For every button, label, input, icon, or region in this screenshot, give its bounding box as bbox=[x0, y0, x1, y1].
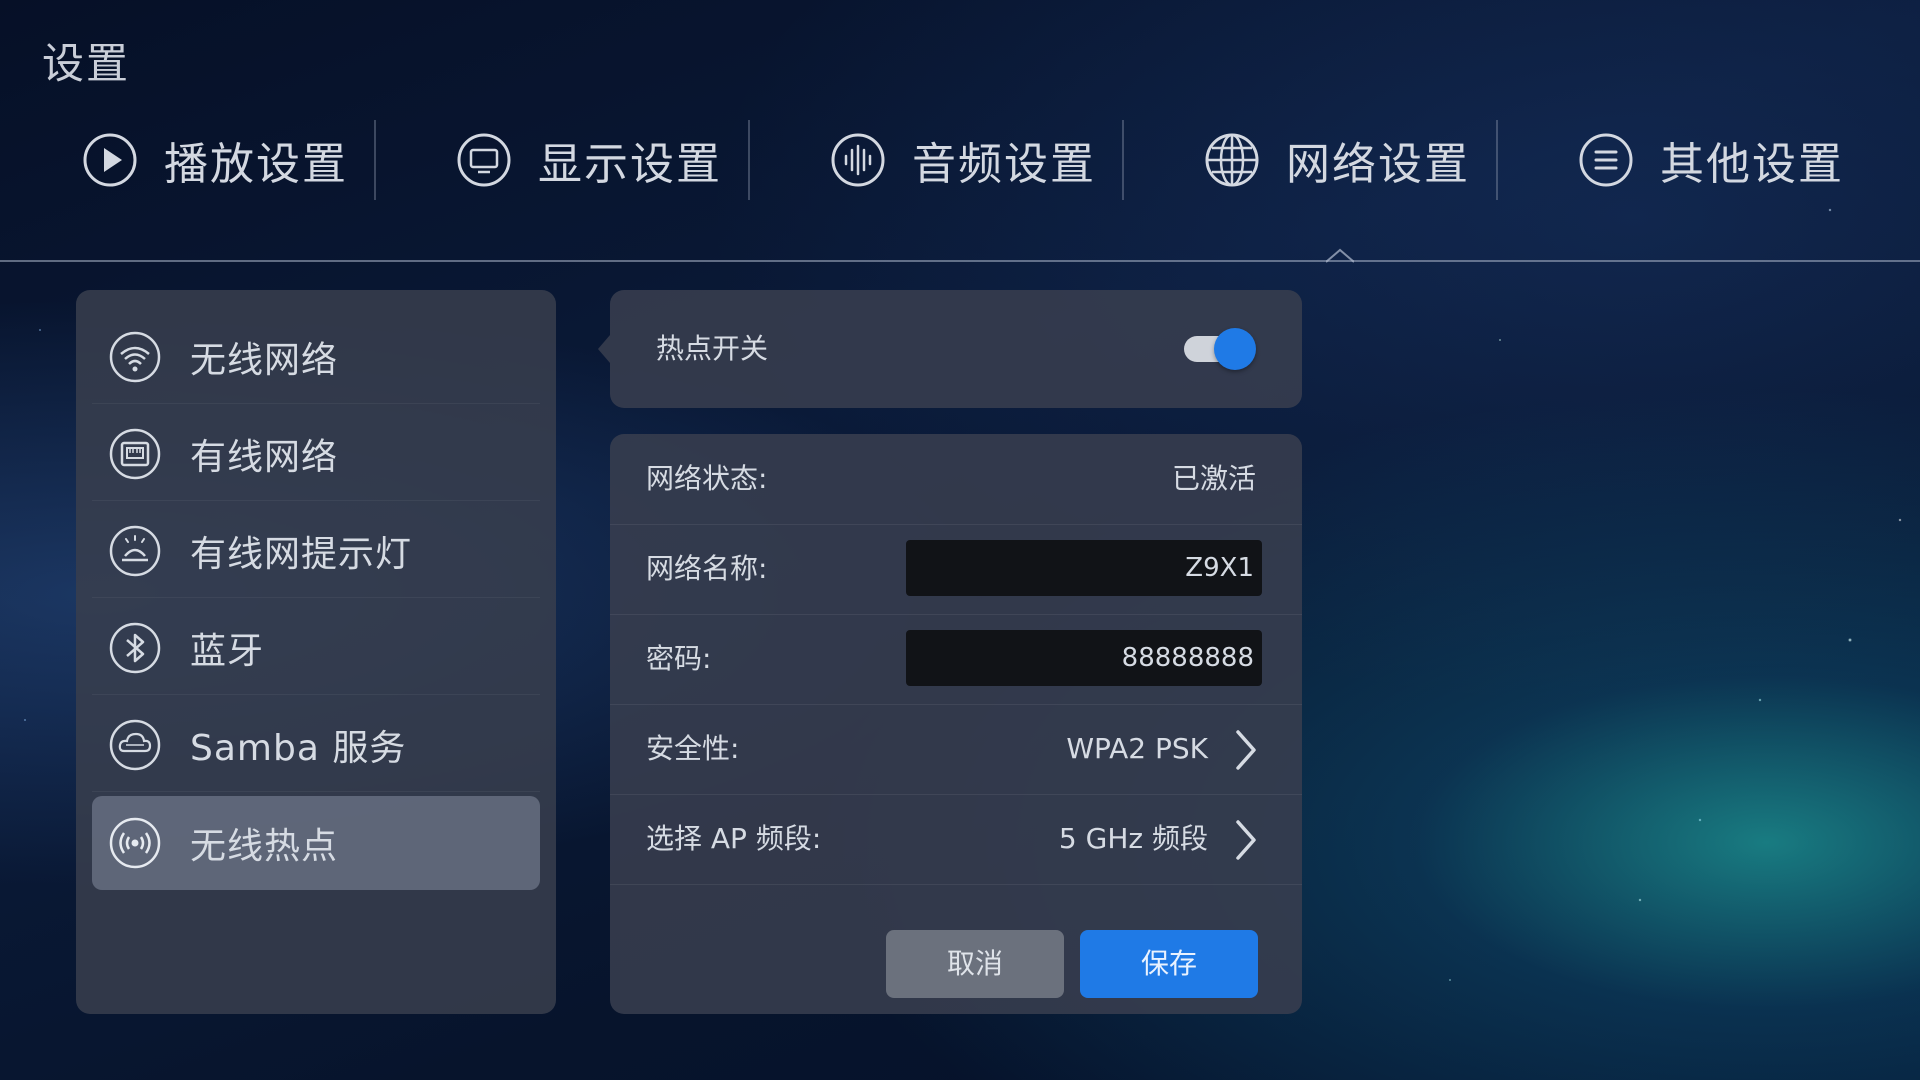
hotspot-switch-label: 热点开关 bbox=[656, 332, 769, 365]
bluetooth-icon bbox=[109, 622, 161, 673]
indicator-light-icon bbox=[109, 525, 161, 576]
page-title: 设置 bbox=[42, 39, 131, 88]
password-label: 密码: bbox=[646, 642, 712, 675]
sidebar-item-label: 无线热点 bbox=[190, 826, 339, 867]
network-name-row: 网络名称: bbox=[610, 524, 1302, 615]
hotspot-toggle[interactable] bbox=[1184, 326, 1258, 370]
tab-display-settings[interactable]: 显示设置 bbox=[374, 118, 748, 202]
security-row[interactable]: 安全性: WPA2 PSK bbox=[610, 704, 1302, 795]
tab-other-settings[interactable]: 其他设置 bbox=[1496, 118, 1870, 202]
play-circle-icon bbox=[83, 133, 137, 187]
tab-divider bbox=[0, 260, 1920, 262]
tab-playback-settings[interactable]: 播放设置 bbox=[0, 118, 374, 202]
network-status-value: 已激活 bbox=[1171, 462, 1256, 495]
tab-label: 显示设置 bbox=[538, 139, 722, 190]
wifi-icon bbox=[109, 331, 161, 382]
monitor-icon bbox=[457, 133, 511, 187]
network-status-label: 网络状态: bbox=[646, 462, 768, 495]
sidebar-item-label: 无线网络 bbox=[190, 339, 339, 381]
sidebar-item-ethernet[interactable]: 有线网络 bbox=[92, 407, 540, 501]
network-status-row: 网络状态: 已激活 bbox=[610, 434, 1302, 525]
network-sidebar: 无线网络 有线网络 有线网提示灯 蓝牙 Samba 服务 无线热点 bbox=[76, 290, 556, 1014]
chevron-right-icon bbox=[1236, 730, 1256, 770]
tab-label: 播放设置 bbox=[164, 139, 348, 190]
network-name-label: 网络名称: bbox=[646, 552, 768, 585]
chevron-right-icon bbox=[1236, 820, 1256, 860]
ap-band-row[interactable]: 选择 AP 频段: 5 GHz 频段 bbox=[610, 794, 1302, 885]
hotspot-broadcast-icon bbox=[109, 817, 161, 869]
tab-audio-settings[interactable]: 音频设置 bbox=[748, 118, 1122, 202]
active-tab-caret-icon bbox=[1326, 248, 1354, 263]
tab-label: 音频设置 bbox=[912, 139, 1096, 190]
tab-label: 网络设置 bbox=[1286, 139, 1470, 190]
sidebar-item-hotspot[interactable]: 无线热点 bbox=[92, 796, 540, 890]
ethernet-port-icon bbox=[109, 428, 161, 479]
sidebar-item-samba[interactable]: Samba 服务 bbox=[92, 698, 540, 792]
samba-cloud-icon bbox=[109, 719, 161, 770]
security-label: 安全性: bbox=[646, 732, 740, 765]
cancel-button[interactable]: 取消 bbox=[886, 930, 1064, 998]
ap-band-label: 选择 AP 频段: bbox=[646, 822, 822, 855]
menu-lines-icon bbox=[1579, 133, 1633, 187]
toggle-knob bbox=[1214, 328, 1256, 370]
sidebar-item-label: 蓝牙 bbox=[190, 630, 265, 672]
tab-label: 其他设置 bbox=[1660, 139, 1844, 190]
top-tab-bar: 播放设置 显示设置 音频设置 网络设置 其他设置 bbox=[0, 118, 1920, 202]
network-name-field[interactable] bbox=[906, 540, 1262, 596]
ap-band-value: 5 GHz 频段 bbox=[1058, 822, 1208, 855]
security-value: WPA2 PSK bbox=[1066, 732, 1208, 765]
audio-waveform-icon bbox=[831, 133, 885, 187]
sidebar-item-bluetooth[interactable]: 蓝牙 bbox=[92, 601, 540, 695]
password-field[interactable] bbox=[906, 630, 1262, 686]
hotspot-switch-card: 热点开关 bbox=[598, 290, 1302, 408]
globe-icon bbox=[1205, 133, 1259, 187]
card-pointer bbox=[598, 335, 610, 363]
sidebar-item-label: 有线网络 bbox=[190, 436, 339, 478]
tab-network-settings[interactable]: 网络设置 bbox=[1122, 118, 1496, 202]
password-row: 密码: bbox=[610, 614, 1302, 705]
sidebar-item-ethernet-indicator[interactable]: 有线网提示灯 bbox=[92, 504, 540, 598]
hotspot-settings-form: 网络状态: 已激活 网络名称: 密码: 安全性: WPA2 PSK 选择 AP … bbox=[610, 434, 1302, 1014]
sidebar-item-wifi[interactable]: 无线网络 bbox=[92, 310, 540, 404]
sidebar-item-label: Samba 服务 bbox=[190, 727, 407, 769]
save-button[interactable]: 保存 bbox=[1080, 930, 1258, 998]
sidebar-item-label: 有线网提示灯 bbox=[190, 533, 413, 575]
